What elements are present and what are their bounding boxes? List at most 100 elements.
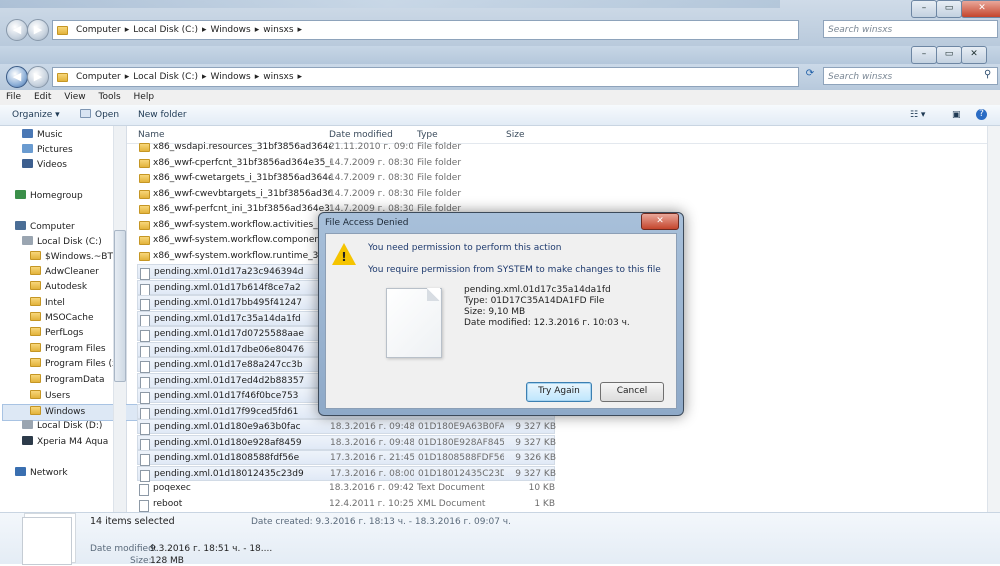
dialog-close-button[interactable]: ✕ — [641, 213, 679, 230]
file-name: pending.xml.01d17dbe06e80476 — [154, 344, 305, 355]
sidebar-item-music[interactable]: Music — [22, 128, 63, 143]
sidebar-item-program-files-x8[interactable]: Program Files (x8 — [30, 357, 123, 372]
sidebar-item-label: Homegroup — [30, 191, 83, 201]
sidebar-item-local-disk-c[interactable]: Local Disk (C:) — [22, 235, 102, 250]
background-back-button[interactable]: ◀ — [6, 19, 28, 41]
menu-view[interactable]: View — [64, 92, 85, 102]
column-type[interactable]: Type — [417, 130, 438, 140]
menu-tools[interactable]: Tools — [98, 92, 120, 102]
cancel-button[interactable]: Cancel — [600, 382, 664, 402]
file-name: pending.xml.01d17a23c946394d — [154, 267, 304, 277]
breadcrumb-winsxs[interactable]: winsxs — [263, 25, 293, 35]
sidebar-item-network[interactable]: Network — [15, 466, 68, 481]
file-type: File folder — [417, 188, 462, 199]
open-button[interactable]: Open — [80, 109, 119, 121]
sidebar-item-intel[interactable]: Intel — [30, 296, 65, 311]
sidebar-item-computer[interactable]: Computer — [15, 220, 75, 235]
open-icon — [80, 109, 91, 118]
file-date: 18.3.2016 г. 09:48 ч. — [330, 422, 414, 432]
folder-icon — [30, 374, 41, 383]
help-icon[interactable]: ? — [976, 109, 987, 120]
folder-icon — [30, 266, 41, 275]
file-row[interactable]: x86_wwf-cwevbtargets_i_31bf3856ad364e...… — [137, 187, 555, 202]
file-size: Size: 9,10 MB — [464, 307, 526, 317]
background-search-input[interactable]: Search winsxs — [823, 20, 998, 38]
sidebar-item-videos[interactable]: Videos — [22, 158, 67, 173]
breadcrumb-winsxs[interactable]: winsxs — [263, 72, 293, 82]
file-row[interactable]: x86_wwf-cperfcnt_31bf3856ad364e35_6.1...… — [137, 156, 555, 171]
breadcrumb-local-disk[interactable]: Local Disk (C:) — [133, 25, 198, 35]
navigation-pane-scroll-thumb[interactable] — [114, 230, 126, 382]
file-list-scrollbar[interactable] — [987, 126, 1000, 512]
sidebar-item-label: PerfLogs — [45, 328, 84, 338]
sidebar-item-programdata[interactable]: ProgramData — [30, 373, 104, 388]
sidebar-item-users[interactable]: Users — [30, 389, 70, 404]
file-name: pending.xml.01d17bb495f41247 — [154, 298, 302, 308]
sidebar-item-label: Windows — [45, 407, 86, 417]
file-row[interactable]: reboot 12.4.2011 г. 10:25 ч. XML Document 1… — [137, 497, 555, 512]
file-row[interactable]: x86_wwf-cwetargets_i_31bf3856ad364e35...… — [137, 171, 555, 186]
column-name[interactable]: Name — [138, 130, 165, 140]
minimize-button[interactable]: – — [911, 46, 937, 64]
folder-icon — [30, 281, 41, 290]
close-button[interactable]: ✕ — [961, 46, 987, 64]
maximize-button[interactable]: ▭ — [936, 46, 962, 64]
file-type: 01D180E928AF845... — [418, 437, 504, 448]
folder-icon — [139, 251, 150, 261]
file-row[interactable]: pending.xml.01d180e9a63b0fac 18.3.2016 г.… — [137, 419, 556, 435]
file-name: pending.xml.01d17c35a14da1fd — [464, 285, 611, 295]
file-size: 9 326 KB — [515, 453, 556, 463]
back-button[interactable]: ◀ — [6, 66, 28, 88]
sidebar-item-pictures[interactable]: Pictures — [22, 143, 73, 158]
sidebar-item-program-files[interactable]: Program Files — [30, 342, 106, 357]
sidebar-item-label: Computer — [30, 222, 75, 232]
background-close-button[interactable]: ✕ — [961, 0, 1000, 18]
preview-pane-icon[interactable]: ▣ — [952, 109, 961, 121]
sidebar-item-homegroup[interactable]: Homegroup — [15, 189, 83, 204]
file-row[interactable]: x86_wsdapi.resources_31bf3856ad364e35...… — [137, 140, 555, 155]
address-bar[interactable]: Computer ▸ Local Disk (C:) ▸ Windows ▸ wins… — [52, 67, 799, 87]
sidebar-item-local-disk-d[interactable]: Local Disk (D:) — [22, 419, 102, 434]
breadcrumb-windows[interactable]: Windows — [211, 72, 251, 82]
background-minimize-button[interactable]: – — [911, 0, 937, 18]
sidebar-item-perflogs[interactable]: PerfLogs — [30, 326, 83, 341]
menu-file[interactable]: File — [6, 92, 21, 102]
menu-edit[interactable]: Edit — [34, 92, 51, 102]
search-input[interactable]: Search winsxs — [823, 67, 998, 85]
breadcrumb-computer[interactable]: Computer — [76, 25, 121, 35]
column-date-modified[interactable]: Date modified — [329, 130, 393, 140]
file-name: x86_wwf-perfcnt_ini_31bf3856ad364e35_6..… — [153, 204, 331, 214]
refresh-icon[interactable]: ⟳ — [801, 68, 819, 84]
file-row[interactable]: pending.xml.01d18012435c23d9 17.3.2016 г.… — [137, 465, 556, 482]
file-icon — [140, 361, 150, 373]
search-icon[interactable]: ⚲ — [984, 69, 991, 80]
file-row[interactable]: poqexec 18.3.2016 г. 09:42 ч. Text Documen… — [137, 481, 555, 496]
menu-help[interactable]: Help — [134, 92, 155, 102]
column-size[interactable]: Size — [506, 130, 524, 140]
file-row[interactable]: pending.xml.01d180e928af8459 18.3.2016 г.… — [137, 434, 556, 451]
breadcrumb-windows[interactable]: Windows — [211, 25, 251, 35]
background-address-bar[interactable]: Computer ▸ Local Disk (C:) ▸ Windows ▸ wins… — [52, 20, 799, 40]
breadcrumb-computer[interactable]: Computer — [76, 72, 121, 82]
view-options-icon[interactable]: ☷ ▾ — [910, 109, 925, 121]
organize-button[interactable]: Organize ▾ — [12, 109, 60, 121]
file-size: 9 327 KB — [515, 437, 556, 448]
breadcrumb-local-disk[interactable]: Local Disk (C:) — [133, 72, 198, 82]
sidebar-item-windows-bt[interactable]: $Windows.~BT — [30, 250, 113, 265]
try-again-button[interactable]: Try Again — [526, 382, 592, 402]
sidebar-item-adwcleaner[interactable]: AdwCleaner — [30, 265, 99, 280]
new-folder-button[interactable]: New folder — [138, 109, 187, 121]
sidebar-item-autodesk[interactable]: Autodesk — [30, 280, 87, 295]
file-type: XML Document — [417, 498, 486, 509]
file-row[interactable]: pending.xml.01d1808588fdf56e 17.3.2016 г.… — [137, 450, 556, 466]
drive-icon — [22, 420, 33, 429]
folder-icon — [30, 251, 41, 260]
sidebar-item-xperia-m4-aqua[interactable]: Xperia M4 Aqua — [22, 435, 108, 450]
file-date: 18.3.2016 г. 09:48 ч. — [330, 437, 414, 448]
file-date: 21.11.2010 г. 09:06... — [329, 142, 413, 152]
forward-button[interactable]: ▶ — [27, 66, 49, 88]
sidebar-item-label: $Windows.~BT — [45, 252, 113, 262]
sidebar-item-msocache[interactable]: MSOCache — [30, 311, 94, 326]
background-forward-button[interactable]: ▶ — [27, 19, 49, 41]
background-maximize-button[interactable]: ▭ — [936, 0, 962, 18]
